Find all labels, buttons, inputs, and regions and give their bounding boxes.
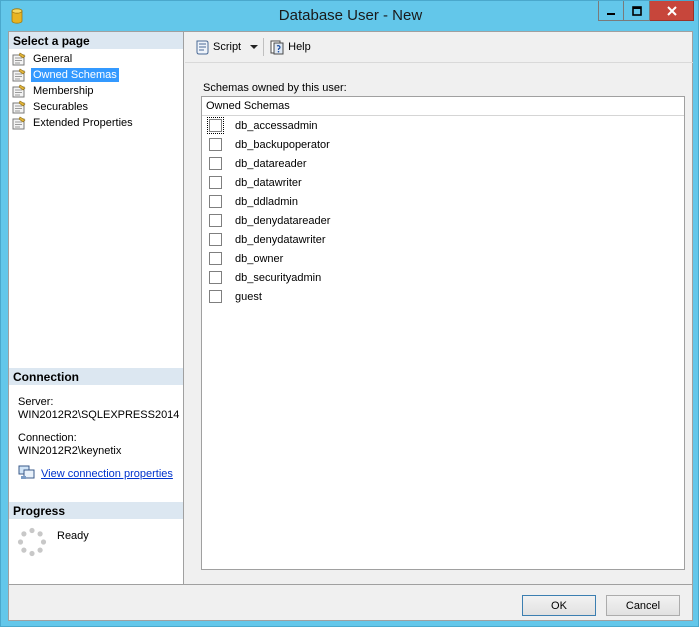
schema-checkbox[interactable] (209, 233, 222, 246)
minimize-icon (607, 12, 615, 15)
schema-name: db_datareader (235, 157, 307, 170)
progress-header: Progress (9, 502, 183, 519)
connection-value: WIN2012R2\keynetix (18, 445, 122, 457)
page-item-general[interactable]: General (11, 51, 135, 67)
schema-name: db_owner (235, 252, 284, 265)
schema-checkbox[interactable] (209, 157, 222, 170)
schema-name: guest (235, 290, 262, 303)
progress-spinner-icon (17, 527, 47, 557)
page-item-label: Owned Schemas (31, 68, 119, 82)
page-item-label: Securables (33, 101, 89, 113)
schema-checkbox-cell[interactable] (202, 117, 229, 134)
page-wrench-icon (12, 116, 26, 130)
page-wrench-icon (12, 52, 26, 66)
schema-name: db_ddladmin (235, 195, 298, 208)
schema-row[interactable]: db_denydatareader (202, 211, 684, 230)
connection-label: Connection: (18, 432, 77, 444)
schema-name: db_datawriter (235, 176, 302, 189)
toolbar-divider (263, 38, 265, 56)
schema-checkbox-cell[interactable] (202, 138, 229, 151)
schema-checkbox-cell[interactable] (202, 290, 229, 303)
schema-row[interactable]: db_datawriter (202, 173, 684, 192)
schema-checkbox[interactable] (209, 271, 222, 284)
page-item-label: General (33, 53, 73, 65)
schema-checkbox[interactable] (209, 252, 222, 265)
page-item-label: Extended Properties (33, 117, 133, 129)
schema-name: db_accessadmin (235, 119, 318, 132)
toolbar-separator (185, 62, 693, 63)
schema-checkbox[interactable] (207, 117, 224, 134)
server-value: WIN2012R2\SQLEXPRESS2014 (18, 409, 180, 421)
page-item-membership[interactable]: Membership (11, 83, 135, 99)
schema-checkbox[interactable] (209, 214, 222, 227)
schema-checkbox[interactable] (209, 195, 222, 208)
schema-row[interactable]: db_securityadmin (202, 268, 684, 287)
schema-checkbox-cell[interactable] (202, 233, 229, 246)
connection-properties-icon (18, 465, 35, 479)
schema-checkbox[interactable] (209, 290, 222, 303)
toolbar: Script Help (185, 32, 693, 62)
schema-checkbox-cell[interactable] (202, 271, 229, 284)
schema-checkbox-cell[interactable] (202, 176, 229, 189)
schema-row[interactable]: guest (202, 287, 684, 306)
title-bar[interactable]: Database User - New (1, 1, 699, 31)
connection-header: Connection (9, 368, 183, 385)
close-button[interactable] (650, 1, 694, 21)
page-item-label: Membership (33, 85, 94, 97)
schema-name: db_securityadmin (235, 271, 322, 284)
schema-name: db_denydatareader (235, 214, 331, 227)
help-button[interactable]: Help (266, 36, 314, 58)
maximize-button[interactable] (624, 1, 650, 21)
left-pane: Select a page General Owned Schemas Member… (9, 32, 184, 584)
window-title: Database User - New (278, 7, 423, 24)
view-connection-properties-link[interactable]: View connection properties (41, 468, 173, 480)
page-wrench-icon (12, 68, 26, 82)
chevron-down-icon[interactable] (250, 45, 259, 49)
owned-schemas-column-header[interactable]: Owned Schemas (202, 97, 684, 116)
page-wrench-icon (12, 100, 26, 114)
help-label: Help (288, 41, 311, 53)
dialog-window: Database User - New Select a page Genera… (0, 0, 699, 627)
schema-row[interactable]: db_ddladmin (202, 192, 684, 211)
progress-status: Ready (57, 530, 89, 542)
page-item-extended-properties[interactable]: Extended Properties (11, 115, 135, 131)
select-page-header: Select a page (9, 32, 183, 49)
schema-checkbox[interactable] (209, 138, 222, 151)
server-label: Server: (18, 396, 54, 408)
schema-row[interactable]: db_accessadmin (202, 116, 684, 135)
schema-name: db_denydatawriter (235, 233, 326, 246)
minimize-button[interactable] (598, 1, 624, 21)
ok-button[interactable]: OK (522, 595, 596, 616)
schema-checkbox-cell[interactable] (202, 214, 229, 227)
page-wrench-icon (12, 84, 26, 98)
dialog-footer: OK Cancel (9, 584, 692, 620)
schema-checkbox-cell[interactable] (202, 195, 229, 208)
schema-checkbox[interactable] (209, 176, 222, 189)
maximize-icon (631, 5, 642, 16)
schema-name: db_backupoperator (235, 138, 330, 151)
schema-checkbox-cell[interactable] (202, 157, 229, 170)
script-label: Script (213, 41, 242, 53)
page-list: General Owned Schemas Membership Securables… (11, 51, 135, 131)
dialog-client-area: Select a page General Owned Schemas Member… (8, 31, 693, 621)
page-item-securables[interactable]: Securables (11, 99, 135, 115)
owned-schemas-grid[interactable]: Owned Schemas db_accessadmin db_backupope… (201, 96, 685, 570)
schema-row[interactable]: db_owner (202, 249, 684, 268)
schema-checkbox-cell[interactable] (202, 252, 229, 265)
close-icon (666, 5, 677, 16)
page-item-owned-schemas[interactable]: Owned Schemas (11, 67, 135, 83)
script-button[interactable]: Script (191, 36, 261, 58)
schema-row[interactable]: db_datareader (202, 154, 684, 173)
schema-row[interactable]: db_backupoperator (202, 135, 684, 154)
schemas-caption: Schemas owned by this user: (203, 82, 347, 94)
help-icon (270, 40, 284, 55)
script-icon (196, 40, 209, 55)
schema-row[interactable]: db_denydatawriter (202, 230, 684, 249)
cancel-button[interactable]: Cancel (606, 595, 680, 616)
